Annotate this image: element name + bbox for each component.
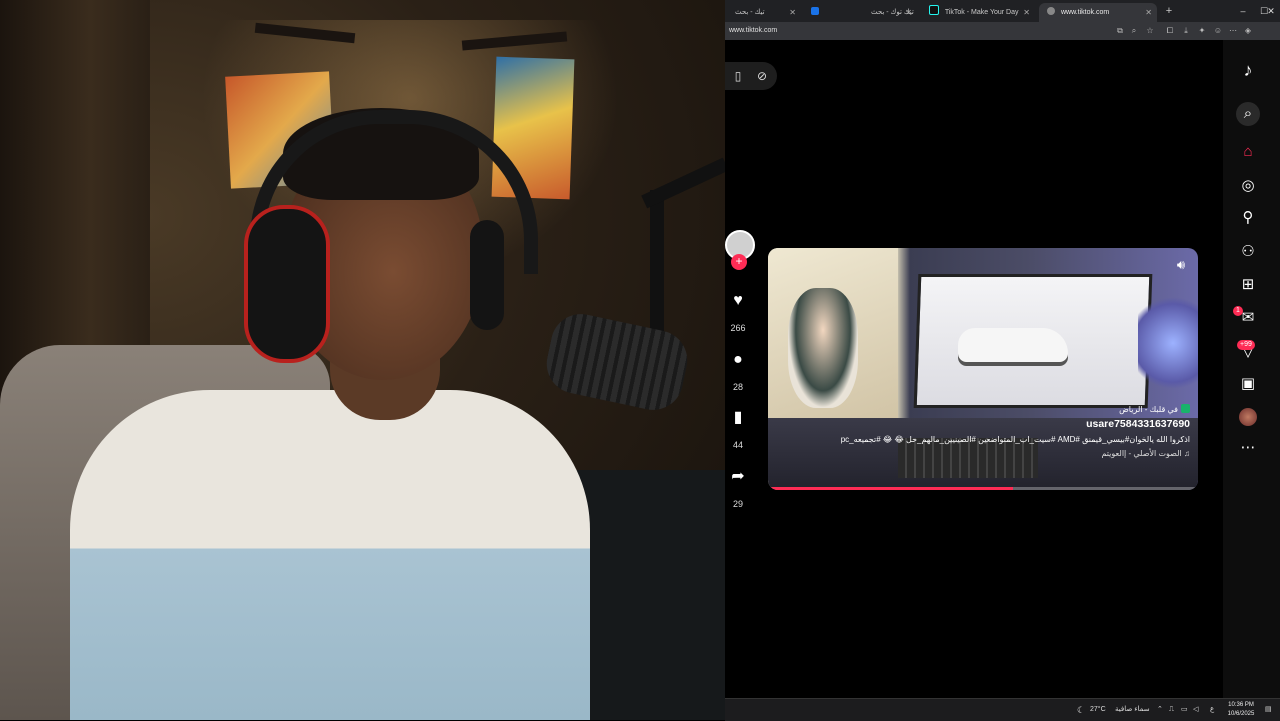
tab-label: www.tiktok.com [1060,9,1110,16]
upload-icon[interactable]: ⊞ [1236,273,1260,297]
network-icon[interactable]: ⎍ [1169,699,1174,721]
clock-time: 10:36 PM [1228,702,1254,708]
copilot-icon[interactable]: ◈ [1243,25,1253,37]
video-car-wallpaper [958,328,1068,362]
profile-icon[interactable]: ☺ [1213,25,1223,37]
tab[interactable] [803,3,861,22]
more-dots-icon[interactable]: ⋯ [1236,436,1260,460]
video-caption: اذكروا الله يالخوان#بيسي_قيمنق #AMD #سيت… [840,435,1190,444]
close-tab-icon[interactable]: ✕ [1145,3,1152,22]
location-label: في قلبك - الرياض [1119,405,1178,414]
following-icon[interactable]: ⚲ [1236,206,1260,230]
headphones-cup [470,220,504,330]
location-tag[interactable]: في قلبك - الرياض [780,404,1190,415]
notification-icon[interactable]: ▤ [1265,699,1272,721]
volume-icon[interactable]: 🔊︎ [1172,256,1190,274]
address-bar: www.tiktok.com ⧉ ⌕ ☆ ⧠ ⤓ ✦ ☺ ⋯ ◈ [725,22,1280,40]
video-player[interactable]: 🔊︎ في قلبك - الرياض usare7584331637690 ا… [768,248,1198,490]
temperature: 27°C [1090,706,1106,713]
headphones-cup [244,205,330,363]
url-field[interactable]: www.tiktok.com [729,25,777,37]
tiktok-favicon-icon [929,5,939,15]
tab[interactable]: تيك توك - بحث ✕ [863,3,917,22]
zoom-icon[interactable]: ⌕ [1129,25,1139,37]
microphone [541,308,693,416]
tab-bar: تيك - بحث ✕ تيك توك - بحث ✕ TikTok - Mak… [725,0,1280,22]
menu-dots-icon[interactable]: ⋯ [1228,25,1238,37]
moon-icon: ☾ [1077,705,1086,715]
video-info: في قلبك - الرياض usare7584331637690 اذكر… [780,404,1190,460]
live-icon[interactable]: ▣ [1236,372,1260,396]
heart-icon[interactable]: ♥ [725,288,751,314]
view-controls: ▯ ⊘ [725,62,777,90]
tab-label: TikTok - Make Your Day [944,9,1019,16]
bookmark-star-icon[interactable]: ☆ [1145,25,1155,37]
video-anime-wallpaper [788,288,858,408]
browser-window: تيك - بحث ✕ تيك توك - بحث ✕ TikTok - Mak… [725,0,1280,721]
share-action[interactable]: ➦ 29 [725,464,751,510]
mic-arm [641,157,725,209]
weather-text[interactable]: سماء صافية [1115,699,1150,721]
home-icon[interactable]: ⌂ [1236,140,1260,164]
explore-icon[interactable]: ◎ [1236,174,1260,198]
new-tab-button[interactable]: + [1162,3,1176,19]
profile-avatar[interactable] [1239,408,1257,426]
close-tab-icon[interactable]: ✕ [1023,3,1030,22]
globe-icon [1047,7,1055,15]
location-pin-icon [1181,404,1190,413]
inbox-badge: +99 [1237,340,1255,350]
video-light-glow [1138,288,1198,398]
progress-fill [768,487,1014,490]
comment-icon[interactable]: ● [725,347,751,373]
compass-icon[interactable]: ⊘ [751,65,773,87]
extensions-puzzle-icon[interactable]: ✦ [1197,25,1207,37]
save-action[interactable]: ▮ 44 [725,405,751,451]
clock[interactable]: 10:36 PM 10/6/2025 [1225,701,1257,719]
tiktok-sidebar: ♪ ⌕ ⌂ ◎ ⚲ ⚇ ⊞ ✉ 1 ▽ +99 ▣ ⋯ [1223,40,1280,698]
download-icon[interactable]: ⤓ [1181,25,1191,37]
close-tab-icon[interactable]: ✕ [905,3,912,22]
close-window-button[interactable]: ✕ [1262,3,1280,19]
messages-badge: 1 [1233,306,1243,316]
tiktok-logo-icon[interactable]: ♪ [1236,58,1260,82]
tab[interactable]: تيك - بحث ✕ [727,3,801,22]
comment-count: 28 [732,382,743,392]
battery-icon[interactable]: ▭ [1181,699,1188,721]
open-in-app-icon[interactable]: ⧉ [1115,25,1125,37]
taskbar: ☾ 27°C سماء صافية ⌃ ⎍ ▭ ◁ ع 10:36 PM 10/… [725,698,1280,721]
sound-link[interactable]: ♫ الصوت الأصلي - إالعويتم [780,447,1190,460]
share-icon[interactable]: ➦ [725,464,751,490]
minimize-button[interactable]: – [1233,3,1253,19]
search-icon[interactable]: ⌕ [1236,102,1260,126]
like-action[interactable]: ♥ 266 [725,288,751,334]
bookmark-icon[interactable]: ▮ [725,405,751,431]
tab[interactable]: TikTok - Make Your Day ✕ [921,3,1035,22]
close-tab-icon[interactable]: ✕ [789,3,796,22]
tiktok-page: ▯ ⊘ + ♥ 266 ● 28 ▮ 44 ➦ 29 🔊︎ في قلبك - … [725,40,1280,698]
clock-date: 10/6/2025 [1227,711,1255,717]
tab-label: تيك - بحث [735,9,765,16]
comment-action[interactable]: ● 28 [725,347,751,393]
webcam-feed [0,0,725,720]
save-count: 44 [732,440,743,450]
person-shirt [70,390,590,720]
tab-active[interactable]: www.tiktok.com ✕ [1039,3,1157,22]
username[interactable]: usare7584331637690 [780,415,1190,433]
extension-icon[interactable]: ⧠ [1165,25,1175,37]
progress-bar[interactable] [768,487,1198,490]
chevron-up-icon[interactable]: ⌃ [1157,699,1163,721]
tab-favicon-icon [811,7,819,15]
language-indicator[interactable]: ع [1210,699,1214,721]
like-count: 266 [730,323,746,333]
speaker-icon[interactable]: ◁ [1193,699,1198,721]
phone-view-icon[interactable]: ▯ [727,65,749,87]
share-count: 29 [732,499,743,509]
follow-plus-icon[interactable]: + [731,254,747,270]
friends-icon[interactable]: ⚇ [1236,240,1260,264]
